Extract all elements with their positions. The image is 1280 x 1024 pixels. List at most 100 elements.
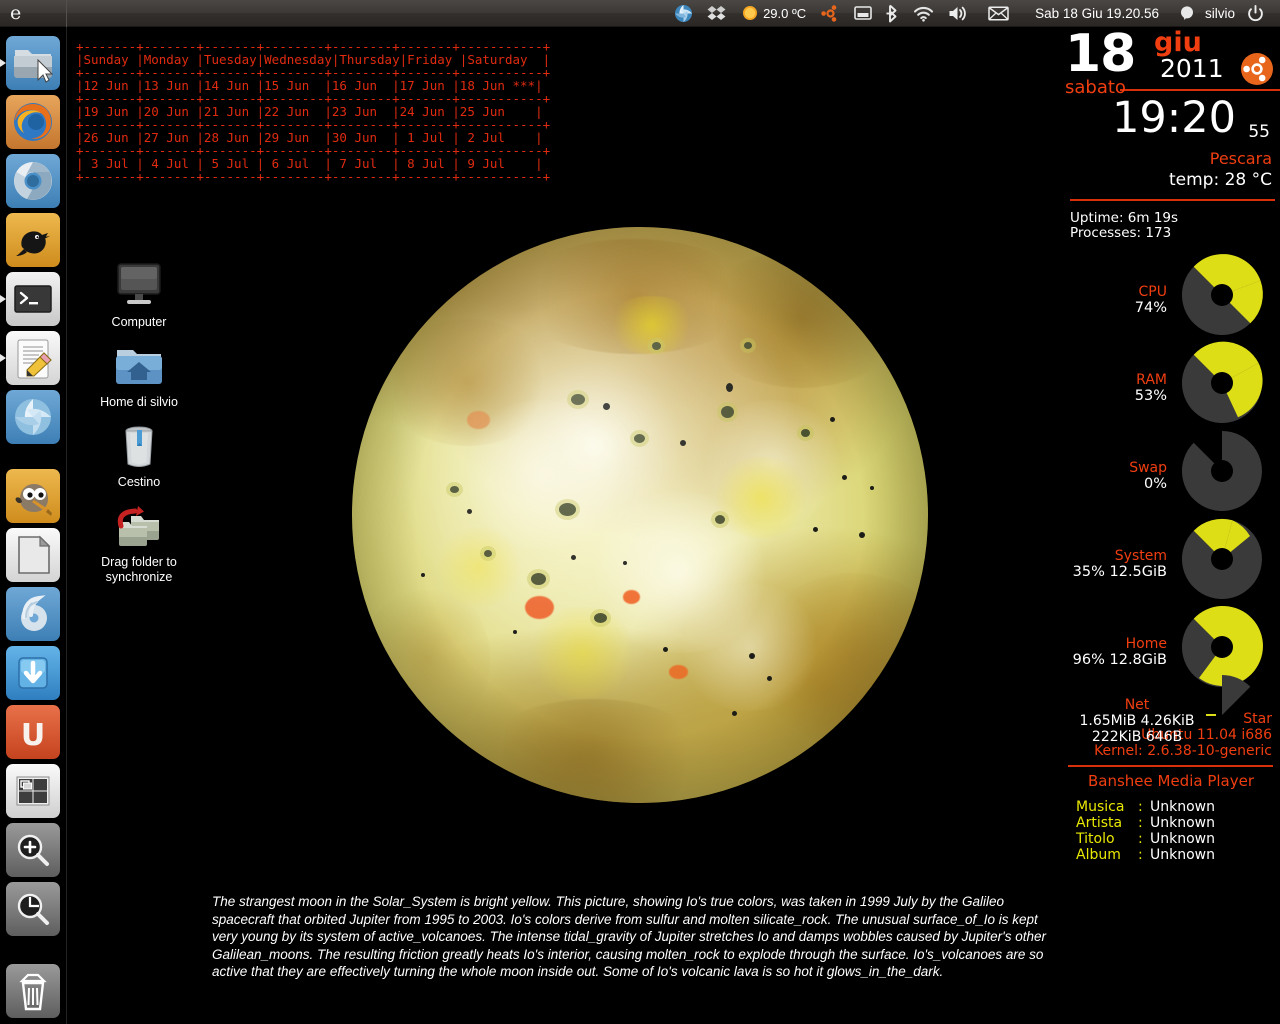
launcher-item-download-manager[interactable]: [6, 646, 60, 700]
banshee-title: Banshee Media Player: [1087, 772, 1255, 790]
banshee-sep: :: [1138, 831, 1143, 847]
desktop-icon-sync-folder[interactable]: Drag folder to synchronize: [84, 498, 194, 585]
banshee-key: Titolo: [1076, 831, 1115, 847]
stat-label-ram: RAM: [1136, 372, 1167, 388]
launcher-item-libreoffice[interactable]: [6, 528, 60, 582]
conky-calendar: +-------+-------+-------+--------+------…: [76, 40, 550, 183]
stat-value-home: 96% 12.8GiB: [1072, 652, 1167, 668]
launcher-item-trash[interactable]: [6, 964, 60, 1018]
power-icon: [1248, 4, 1263, 21]
tray-shutter-icon[interactable]: [667, 0, 700, 27]
desktop-icon-label: Drag folder to synchronize: [101, 555, 177, 584]
tray-weather-temp[interactable]: 29.0 ºC: [763, 0, 814, 27]
tray-ubuntu-one-icon[interactable]: [814, 0, 847, 27]
system-kernel: Kernel: 2.6.38-10-generic: [1094, 743, 1272, 759]
banshee-row: Album : Unknown: [1076, 847, 1280, 863]
trash-icon: [84, 418, 194, 470]
stat-label-home: Home: [1125, 636, 1167, 652]
desktop-icon-trash[interactable]: Cestino: [84, 418, 194, 490]
panel-power-menu[interactable]: [1241, 0, 1272, 27]
tray-volume-icon[interactable]: [941, 0, 976, 27]
tray-battery-icon[interactable]: [847, 0, 879, 27]
banshee-sep: :: [1138, 815, 1143, 831]
banshee-row: Musica : Unknown: [1076, 799, 1280, 815]
stat-value-cpu: 74%: [1134, 300, 1167, 316]
ubuntu-logo-icon: [1240, 52, 1274, 90]
launcher-item-terminal[interactable]: [6, 272, 60, 326]
desktop-icon-label: Home di silvio: [100, 395, 178, 409]
home-folder-icon: [84, 338, 194, 390]
launcher-item-banshee[interactable]: [6, 587, 60, 641]
top-panel: e 29.0 ºC Sab 18 Giu 19.20.56 silvio: [0, 0, 1280, 27]
wallpaper-caption: The strangest moon in the Solar_System i…: [212, 894, 1047, 979]
desktop-icon-home[interactable]: Home di silvio: [84, 338, 194, 410]
launcher-item-nautilus[interactable]: [6, 36, 60, 90]
panel-clock-label: Sab 18 Giu 19.20.56: [1035, 5, 1159, 21]
divider-banshee: [1068, 765, 1273, 767]
sync-folder-icon: [84, 498, 194, 550]
launcher-item-ubuntu-software[interactable]: U: [6, 705, 60, 759]
conky-clock: 19:20: [1112, 93, 1236, 143]
desktop-icon-computer[interactable]: Computer: [84, 258, 194, 330]
tray-weather-icon[interactable]: [733, 0, 763, 27]
banshee-value: Unknown: [1150, 799, 1215, 815]
io-moon-disc: [352, 227, 928, 803]
tray-wifi-icon[interactable]: [906, 0, 941, 27]
panel-menu-logo[interactable]: e: [0, 1, 66, 24]
launcher-item-shutter[interactable]: [6, 390, 60, 444]
conky-day: 18: [1065, 24, 1136, 84]
banshee-sep: :: [1138, 799, 1143, 815]
net-line-1: 1.65MiB 4.26KiB: [1079, 713, 1195, 729]
conky-uptime: Uptime: 6m 19s: [1070, 210, 1179, 226]
net-label: Net: [1124, 697, 1150, 713]
stat-label-system: System: [1114, 548, 1167, 564]
enlightenment-logo-icon: e: [10, 1, 22, 24]
conky-system-panel: 18 giu 2011 sabato 19:20 55 Pescara temp…: [1062, 24, 1280, 910]
stat-label-swap: Swap: [1129, 460, 1167, 476]
weather-temp-label: 29.0 ºC: [763, 5, 807, 21]
banshee-sep: :: [1138, 847, 1143, 863]
tray-bluetooth-icon[interactable]: [879, 0, 906, 27]
tray-mail-icon[interactable]: [976, 0, 1019, 27]
banshee-value: Unknown: [1150, 831, 1215, 847]
launcher-item-zoom-in[interactable]: [6, 823, 60, 877]
launcher-item-chromium[interactable]: [6, 154, 60, 208]
banshee-value: Unknown: [1150, 815, 1215, 831]
divider-weather: [1070, 199, 1275, 201]
desktop-screen: +-------+-------+-------+--------+------…: [0, 0, 1280, 1024]
launcher-running-indicator: [0, 272, 7, 326]
launcher-item-firefox[interactable]: [6, 95, 60, 149]
launcher-item-zoom-out[interactable]: [6, 882, 60, 936]
panel-user-menu[interactable]: silvio: [1175, 0, 1241, 27]
desktop-icon-label: Computer: [111, 315, 167, 329]
computer-icon: [84, 258, 194, 310]
conky-city: Pescara: [1209, 149, 1272, 168]
launcher-item-gimp[interactable]: [6, 469, 60, 523]
desktop-icon-label: Cestino: [117, 475, 161, 489]
user-presence-icon: [1180, 6, 1193, 20]
unity-launcher: U: [0, 27, 67, 1024]
banshee-key: Musica: [1076, 799, 1125, 815]
conky-temp: temp: 28 °C: [1168, 170, 1272, 190]
launcher-item-text-editor[interactable]: [6, 331, 60, 385]
stat-value-system: 35% 12.5GiB: [1072, 564, 1167, 580]
conky-year: 2011: [1160, 54, 1224, 83]
panel-clock[interactable]: Sab 18 Giu 19.20.56: [1019, 0, 1175, 27]
panel-user-label: silvio: [1204, 5, 1235, 21]
tray-dropbox-icon[interactable]: [700, 0, 733, 27]
banshee-value: Unknown: [1150, 847, 1215, 863]
stat-label-cpu: CPU: [1138, 284, 1167, 300]
panel-divider: [66, 0, 67, 27]
conky-processes: Processes: 173: [1070, 225, 1172, 241]
svg-text:U: U: [21, 718, 45, 753]
calendar-text: +-------+-------+-------+--------+------…: [76, 39, 551, 184]
launcher-running-indicator: [0, 36, 7, 90]
conky-seconds: 55: [1248, 122, 1270, 142]
panel-tray: 29.0 ºC Sab 18 Giu 19.20.56 silvio: [667, 0, 1280, 27]
launcher-item-workspace-switcher[interactable]: [6, 764, 60, 818]
conky-month: giu: [1154, 27, 1202, 58]
launcher-item-bird-client[interactable]: [6, 213, 60, 267]
stat-value-swap: 0%: [1143, 476, 1167, 492]
launcher-running-indicator: [0, 331, 7, 385]
io-moon-wallpaper: [352, 227, 928, 803]
